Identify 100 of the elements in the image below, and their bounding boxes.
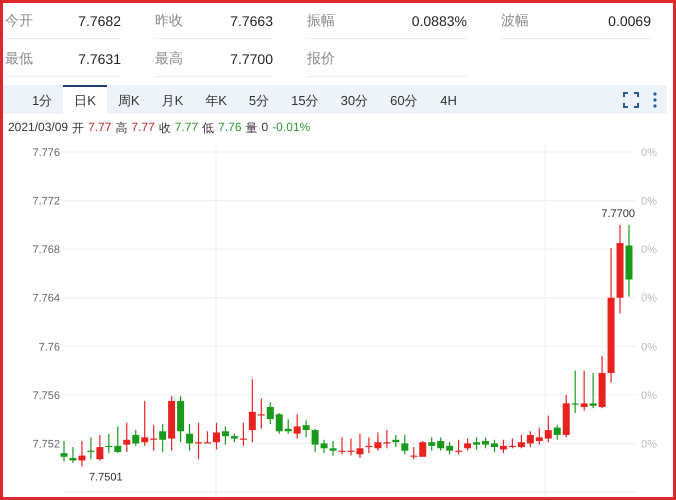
ohlc-label: 开 [72, 120, 84, 137]
ohlc-value: 0 [262, 120, 268, 136]
candlestick [168, 396, 176, 451]
candlestick [114, 426, 122, 454]
candlestick [222, 426, 229, 445]
y-axis-label: 7.764 [32, 292, 60, 305]
ohlc-value: 7.76 [218, 120, 242, 136]
ohlc-label: 收 [158, 120, 171, 137]
period-tab[interactable]: 1分 [21, 85, 64, 114]
period-tab[interactable]: 周K [106, 85, 151, 114]
candlestick [580, 370, 588, 411]
candlestick [401, 434, 408, 454]
candlestick [500, 440, 507, 454]
period-tab[interactable]: 4H [428, 85, 469, 114]
candlestick [69, 447, 76, 463]
candlestick [276, 413, 283, 434]
candlestick [258, 398, 265, 429]
candlestick [230, 434, 238, 442]
y-axis-label: 7.756 [32, 390, 60, 402]
percent-axis-label: 0% [641, 438, 657, 450]
percent-axis-label: 0% [641, 341, 657, 354]
period-tab[interactable]: 5分 [238, 85, 280, 114]
percent-axis-label: 0% [641, 196, 657, 208]
candlestick [437, 437, 444, 451]
candlestick [392, 434, 400, 448]
quote-label: 振幅 [307, 12, 335, 30]
candlestick [132, 430, 140, 446]
quote-label: 最低 [5, 50, 33, 68]
candlestick [248, 379, 256, 442]
period-tab[interactable]: 30分 [330, 85, 380, 114]
ohlc-label: 低 [202, 120, 214, 137]
candlestick [508, 438, 516, 448]
quote-value: 0.0069 [608, 12, 651, 28]
candlestick [78, 441, 86, 466]
percent-axis-label: 0% [641, 292, 657, 305]
ohlc-change: -0.01% [272, 120, 310, 136]
candlestick [410, 447, 418, 460]
candlestick [141, 400, 148, 446]
period-tab[interactable]: 日K [63, 85, 107, 114]
candlestick [464, 438, 472, 451]
period-tab[interactable]: 月K [150, 85, 194, 114]
candlestick [544, 416, 552, 442]
quote-value: 7.7631 [78, 50, 121, 66]
min-price-label: 7.7501 [89, 472, 123, 484]
period-tab[interactable]: 15分 [280, 85, 330, 114]
quote-value: 7.7663 [230, 12, 273, 28]
max-price-label: 7.7700 [601, 208, 635, 220]
quote-label: 今开 [5, 12, 33, 30]
candlestick [159, 424, 166, 452]
candlestick [590, 373, 597, 408]
quote-value: 7.7700 [230, 50, 273, 66]
ohlc-value: 7.77 [88, 120, 112, 136]
candlestick [446, 442, 454, 454]
candlestick [383, 430, 390, 448]
y-axis-label: 7.772 [32, 196, 60, 208]
quote-label: 最高 [155, 50, 183, 68]
candlestick [266, 402, 274, 424]
candlestick [572, 370, 579, 414]
candlestick [204, 431, 211, 444]
fullscreen-icon[interactable] [623, 92, 639, 108]
candlestick [105, 434, 112, 454]
ohlc-value: 7.77 [174, 120, 198, 136]
more-icon[interactable] [653, 92, 657, 108]
candlestick [186, 424, 194, 451]
percent-axis-label: 0% [641, 147, 657, 159]
candlestick [240, 422, 247, 446]
candlestick [195, 422, 202, 460]
percent-axis-label: 0% [641, 390, 657, 402]
candlestick [320, 440, 328, 454]
y-axis-label: 7.76 [38, 341, 60, 354]
candlestick [554, 425, 561, 440]
candlestick [526, 431, 534, 448]
ohlc-date: 2021/03/09 [8, 120, 68, 136]
ohlc-value: 7.77 [131, 120, 155, 136]
period-tab[interactable]: 年K [194, 85, 238, 114]
ohlc-label: 量 [246, 120, 258, 137]
candlestick [419, 441, 426, 457]
quote-label: 昨收 [155, 12, 183, 30]
percent-axis-label: 0% [641, 244, 657, 256]
candlestick [598, 356, 606, 408]
candlestick [123, 422, 130, 452]
candlestick [87, 437, 94, 460]
candlestick [312, 428, 319, 452]
quote-value: 0.0883% [412, 12, 467, 28]
candlestick [473, 437, 480, 450]
candlestick [374, 432, 382, 451]
candlestick [302, 420, 310, 438]
candlestick [626, 224, 632, 296]
candlestick [365, 437, 372, 454]
candlestick [482, 437, 489, 448]
candlestick [212, 422, 220, 450]
period-tab[interactable]: 60分 [379, 85, 429, 114]
candlestick [536, 428, 543, 445]
candlestick [330, 441, 337, 456]
candlestick [562, 394, 570, 438]
candlestick [428, 437, 436, 451]
quote-value: 7.7682 [78, 12, 121, 28]
candlestick [60, 441, 68, 462]
quote-label: 波幅 [501, 12, 529, 30]
quote-label: 报价 [307, 50, 335, 68]
